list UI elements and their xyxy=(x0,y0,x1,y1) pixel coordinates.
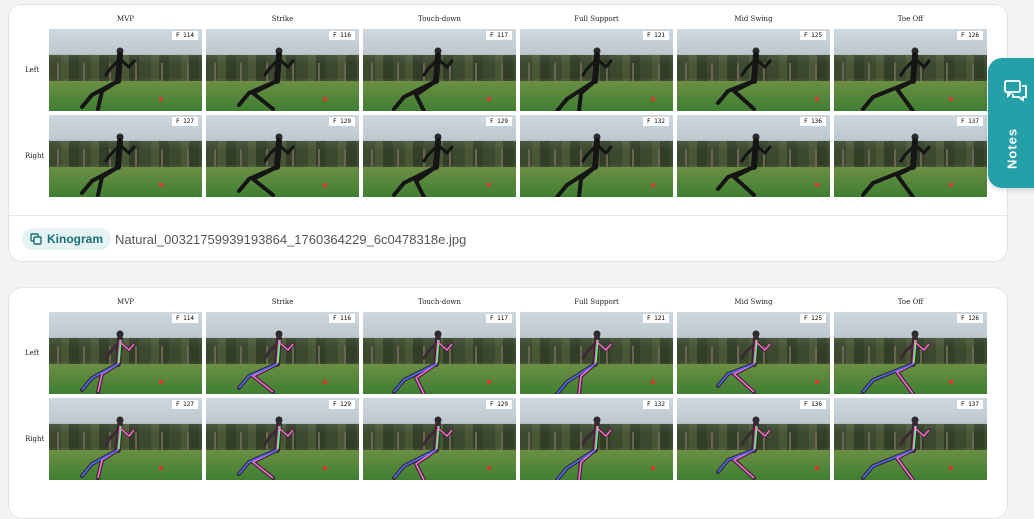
row-label: Left xyxy=(25,66,40,74)
frame-image: F 125 xyxy=(677,29,830,111)
phase-label: Full Support xyxy=(574,15,619,23)
card-divider xyxy=(9,215,1007,216)
phase-label: MVP xyxy=(117,15,134,23)
runner-figure xyxy=(392,416,454,480)
kinogram-badge-label: Kinogram xyxy=(47,232,104,246)
frame-image: F 127 xyxy=(49,115,202,197)
phase-label: Strike xyxy=(271,15,294,23)
notes-side-tab[interactable]: Notes xyxy=(988,58,1034,188)
phase-label: Touch-down xyxy=(418,15,461,23)
runner-leg xyxy=(861,165,915,197)
chat-bubbles-icon xyxy=(1004,80,1028,107)
runner-leg xyxy=(237,165,279,193)
runner-leg xyxy=(237,79,279,107)
runner-figure xyxy=(80,330,136,394)
frame-image: F 126 xyxy=(834,29,987,111)
frame-image: F 129 xyxy=(206,115,359,197)
kinogram-image: MVP Strike Touch-down Full Support Mid S… xyxy=(25,15,991,201)
frame-image: F 136 xyxy=(677,398,830,480)
runner-figure xyxy=(80,133,136,197)
skeleton-row-right: Right F 127 F 129 F 129 F 132 F 136 F 13… xyxy=(25,398,991,484)
skeleton-kinogram-image: MVP Strike Touch-down Full Support Mid S… xyxy=(25,298,991,484)
runner-figure xyxy=(716,133,772,197)
frame-image: F 117 xyxy=(363,312,516,394)
kinogram-badge[interactable]: Kinogram xyxy=(22,228,112,250)
runner-figure xyxy=(237,133,295,197)
row-label: Right xyxy=(25,152,45,160)
frame-image: F 137 xyxy=(834,398,987,480)
frame-image: F 127 xyxy=(49,398,202,480)
phase-header-row: MVP Strike Touch-down Full Support Mid S… xyxy=(25,298,991,312)
runner-figure xyxy=(716,47,772,111)
runner-figure xyxy=(861,330,931,394)
runner-figure xyxy=(392,47,454,111)
runner-figure xyxy=(861,133,931,197)
frame-image: F 121 xyxy=(520,29,673,111)
runner-figure xyxy=(80,47,136,111)
phase-label: MVP xyxy=(117,298,134,306)
runner-figure xyxy=(555,330,613,394)
row-label: Right xyxy=(25,435,45,443)
runner-figure xyxy=(237,47,295,111)
frame-image: F 132 xyxy=(520,398,673,480)
runner-figure xyxy=(80,416,136,480)
kinogram-row-right: Right F 127 F 129 F 129 F 132 F 136 F 13… xyxy=(25,115,991,201)
frame-image: F 117 xyxy=(363,29,516,111)
runner-leg xyxy=(555,79,597,111)
frame-image: F 125 xyxy=(677,312,830,394)
runner-leg xyxy=(555,165,597,197)
runner-figure xyxy=(716,330,772,394)
runner-figure xyxy=(861,416,931,480)
runner-figure xyxy=(237,416,295,480)
frame-image: F 114 xyxy=(49,29,202,111)
phase-label: Toe Off xyxy=(897,298,924,306)
runner-figure xyxy=(555,416,613,480)
skeleton-row-left: Left F 114 F 116 F 117 F 121 F 125 F 126 xyxy=(25,312,991,398)
skeleton-kinogram-card: MVP Strike Touch-down Full Support Mid S… xyxy=(8,287,1008,519)
runner-figure xyxy=(392,330,454,394)
frame-image: F 132 xyxy=(520,115,673,197)
frame-image: F 114 xyxy=(49,312,202,394)
phase-label: Mid Swing xyxy=(734,15,773,23)
frame-image: F 126 xyxy=(834,312,987,394)
kinogram-result-card: MVP Strike Touch-down Full Support Mid S… xyxy=(8,4,1008,262)
phase-label: Touch-down xyxy=(418,298,461,306)
frame-image: F 137 xyxy=(834,115,987,197)
runner-figure xyxy=(716,416,772,480)
runner-figure xyxy=(555,47,613,111)
notes-tab-label: Notes xyxy=(1004,127,1020,169)
frame-image: F 116 xyxy=(206,29,359,111)
frame-image: F 129 xyxy=(363,398,516,480)
phase-label: Mid Swing xyxy=(734,298,773,306)
runner-figure xyxy=(237,330,295,394)
phase-header-row: MVP Strike Touch-down Full Support Mid S… xyxy=(25,15,991,29)
phase-label: Toe Off xyxy=(897,15,924,23)
phase-label: Full Support xyxy=(574,298,619,306)
kinogram-row-left: Left F 114 F 116 F 117 F 121 F 125 F 126 xyxy=(25,29,991,115)
frame-image: F 116 xyxy=(206,312,359,394)
runner-leg xyxy=(861,79,915,111)
result-filename: Natural_00321759939193864_1760364229_6c0… xyxy=(115,232,467,247)
row-label: Left xyxy=(25,349,40,357)
frame-image: F 129 xyxy=(206,398,359,480)
phase-label: Strike xyxy=(271,298,294,306)
kinogram-icon xyxy=(30,233,42,245)
runner-figure xyxy=(861,47,931,111)
runner-figure xyxy=(392,133,454,197)
frame-image: F 129 xyxy=(363,115,516,197)
frame-image: F 121 xyxy=(520,312,673,394)
frame-image: F 136 xyxy=(677,115,830,197)
runner-figure xyxy=(555,133,613,197)
